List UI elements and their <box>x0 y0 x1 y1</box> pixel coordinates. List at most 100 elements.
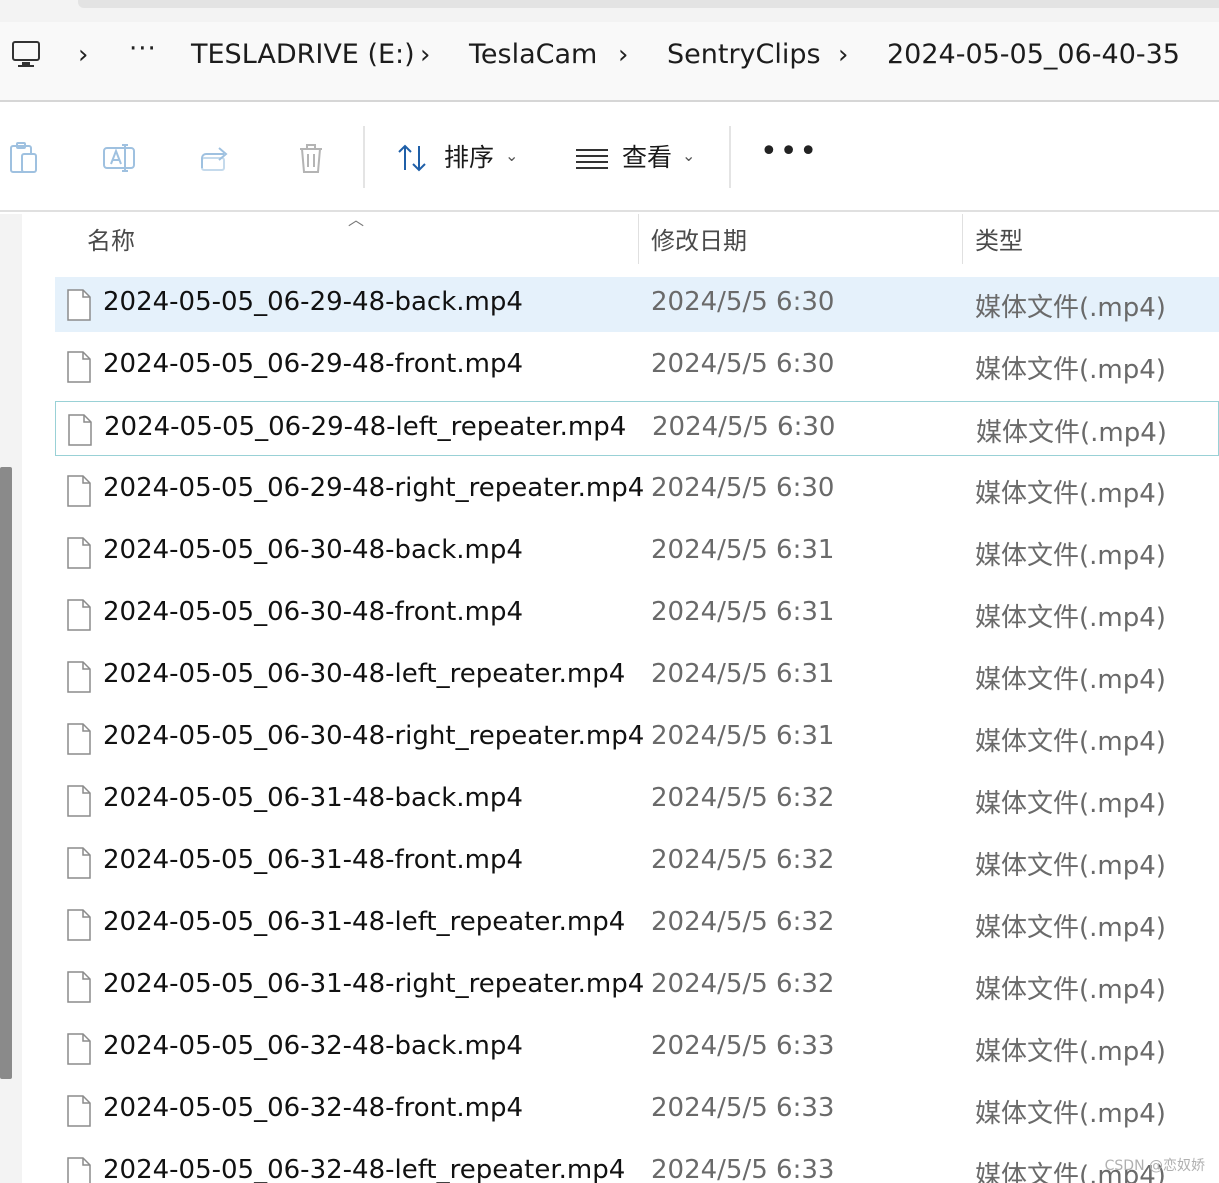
rename-icon[interactable] <box>101 140 137 176</box>
file-type: 媒体文件(.mp4) <box>975 355 1166 385</box>
file-name[interactable]: 2024-05-05_06-32-48-left_repeater.mp4 <box>103 1155 625 1183</box>
file-type: 媒体文件(.mp4) <box>975 727 1166 757</box>
file-type: 媒体文件(.mp4) <box>975 541 1166 571</box>
file-type: 媒体文件(.mp4) <box>975 603 1166 633</box>
chevron-right-icon[interactable]: › <box>838 37 848 73</box>
file-date: 2024/5/5 6:33 <box>651 1031 835 1061</box>
file-type: 媒体文件(.mp4) <box>975 479 1166 509</box>
file-date: 2024/5/5 6:33 <box>651 1155 835 1183</box>
file-name[interactable]: 2024-05-05_06-31-48-back.mp4 <box>103 783 523 813</box>
address-bar-divider <box>0 100 1219 102</box>
file-name[interactable]: 2024-05-05_06-29-48-back.mp4 <box>103 287 523 317</box>
column-header-type[interactable]: 类型 <box>975 214 1023 276</box>
file-row[interactable]: 2024-05-05_06-31-48-front.mp4 2024/5/5 6:… <box>55 835 1219 890</box>
view-button[interactable]: 查看 <box>622 140 672 176</box>
file-icon <box>67 785 91 817</box>
tab-edge <box>78 0 1219 8</box>
file-row[interactable]: 2024-05-05_06-29-48-right_repeater.mp4 20… <box>55 463 1219 518</box>
column-header-name[interactable]: 名称 <box>87 214 135 276</box>
chevron-right-icon[interactable]: › <box>78 37 88 73</box>
file-icon <box>67 971 91 1003</box>
file-name[interactable]: 2024-05-05_06-30-48-left_repeater.mp4 <box>103 659 625 689</box>
file-date: 2024/5/5 6:32 <box>651 845 835 875</box>
file-date: 2024/5/5 6:30 <box>651 349 835 379</box>
file-icon <box>67 909 91 941</box>
file-row[interactable]: 2024-05-05_06-29-48-left_repeater.mp4 202… <box>55 401 1219 456</box>
file-row[interactable]: 2024-05-05_06-32-48-front.mp4 2024/5/5 6:… <box>55 1083 1219 1138</box>
file-row[interactable]: 2024-05-05_06-31-48-left_repeater.mp4 202… <box>55 897 1219 952</box>
chevron-right-icon[interactable]: › <box>420 37 430 73</box>
breadcrumb-drive[interactable]: TESLADRIVE (E:) <box>191 37 415 73</box>
delete-icon[interactable] <box>293 140 329 176</box>
more-options-icon[interactable]: ••• <box>760 134 819 169</box>
file-date: 2024/5/5 6:32 <box>651 969 835 999</box>
watermark: CSDN @恋奴娇 <box>1104 1158 1205 1174</box>
column-divider[interactable] <box>962 214 963 264</box>
window-top-strip <box>0 0 1219 22</box>
file-name[interactable]: 2024-05-05_06-32-48-front.mp4 <box>103 1093 523 1123</box>
file-icon <box>67 1095 91 1127</box>
file-date: 2024/5/5 6:30 <box>651 287 835 317</box>
column-divider[interactable] <box>638 214 639 264</box>
file-type: 媒体文件(.mp4) <box>976 418 1167 448</box>
file-date: 2024/5/5 6:30 <box>652 412 836 442</box>
file-name[interactable]: 2024-05-05_06-30-48-front.mp4 <box>103 597 523 627</box>
sort-icon[interactable] <box>395 140 431 176</box>
breadcrumb-teslacam[interactable]: TeslaCam <box>469 37 597 73</box>
file-row[interactable]: 2024-05-05_06-29-48-back.mp4 2024/5/5 6:3… <box>55 277 1219 332</box>
file-row[interactable]: 2024-05-05_06-29-48-front.mp4 2024/5/5 6:… <box>55 339 1219 394</box>
this-pc-icon[interactable] <box>10 38 42 70</box>
file-row[interactable]: 2024-05-05_06-30-48-right_repeater.mp4 20… <box>55 711 1219 766</box>
file-row[interactable]: 2024-05-05_06-32-48-left_repeater.mp4 202… <box>55 1145 1219 1183</box>
file-name[interactable]: 2024-05-05_06-30-48-right_repeater.mp4 <box>103 721 644 751</box>
file-type: 媒体文件(.mp4) <box>975 665 1166 695</box>
file-row[interactable]: 2024-05-05_06-31-48-right_repeater.mp4 20… <box>55 959 1219 1014</box>
toolbar-divider <box>729 126 731 188</box>
file-name[interactable]: 2024-05-05_06-29-48-right_repeater.mp4 <box>103 473 644 503</box>
file-name[interactable]: 2024-05-05_06-31-48-front.mp4 <box>103 845 523 875</box>
file-row[interactable]: 2024-05-05_06-30-48-left_repeater.mp4 202… <box>55 649 1219 704</box>
file-name[interactable]: 2024-05-05_06-29-48-front.mp4 <box>103 349 523 379</box>
address-bar[interactable]: › ··· TESLADRIVE (E:) › TeslaCam › Sentr… <box>0 22 1219 102</box>
sort-button[interactable]: 排序 <box>444 140 494 176</box>
chevron-down-icon[interactable]: ⌄ <box>505 146 518 165</box>
chevron-right-icon[interactable]: › <box>618 37 628 73</box>
file-icon <box>67 351 91 383</box>
file-row[interactable]: 2024-05-05_06-30-48-front.mp4 2024/5/5 6:… <box>55 587 1219 642</box>
file-date: 2024/5/5 6:31 <box>651 721 835 751</box>
file-icon <box>67 599 91 631</box>
file-date: 2024/5/5 6:32 <box>651 907 835 937</box>
share-icon[interactable] <box>198 140 234 176</box>
file-icon <box>67 1157 91 1183</box>
file-type: 媒体文件(.mp4) <box>975 913 1166 943</box>
paste-icon[interactable] <box>6 140 42 176</box>
file-name[interactable]: 2024-05-05_06-31-48-right_repeater.mp4 <box>103 969 644 999</box>
command-bar: 排序 ⌄ 查看 ⌄ ••• <box>0 104 1219 212</box>
file-icon <box>67 289 91 321</box>
file-type: 媒体文件(.mp4) <box>975 975 1166 1005</box>
file-row[interactable]: 2024-05-05_06-30-48-back.mp4 2024/5/5 6:3… <box>55 525 1219 580</box>
file-icon <box>67 847 91 879</box>
column-header-date[interactable]: 修改日期 <box>651 214 747 276</box>
breadcrumb-sentryclips[interactable]: SentryClips <box>667 37 821 73</box>
file-name[interactable]: 2024-05-05_06-32-48-back.mp4 <box>103 1031 523 1061</box>
file-type: 媒体文件(.mp4) <box>975 1099 1166 1129</box>
file-name[interactable]: 2024-05-05_06-31-48-left_repeater.mp4 <box>103 907 625 937</box>
file-date: 2024/5/5 6:33 <box>651 1093 835 1123</box>
file-row[interactable]: 2024-05-05_06-31-48-back.mp4 2024/5/5 6:3… <box>55 773 1219 828</box>
more-crumbs-icon[interactable]: ··· <box>129 34 157 64</box>
file-icon <box>67 661 91 693</box>
navigation-scrollbar[interactable] <box>0 467 12 1079</box>
breadcrumb-current-folder[interactable]: 2024-05-05_06-40-35 <box>887 37 1180 73</box>
file-date: 2024/5/5 6:31 <box>651 659 835 689</box>
file-type: 媒体文件(.mp4) <box>975 789 1166 819</box>
file-name[interactable]: 2024-05-05_06-30-48-back.mp4 <box>103 535 523 565</box>
sort-ascending-icon: ︿ <box>348 210 365 229</box>
file-date: 2024/5/5 6:31 <box>651 535 835 565</box>
file-icon <box>67 537 91 569</box>
file-icon <box>68 414 92 446</box>
file-name[interactable]: 2024-05-05_06-29-48-left_repeater.mp4 <box>104 412 626 442</box>
view-icon[interactable] <box>574 140 610 176</box>
file-row[interactable]: 2024-05-05_06-32-48-back.mp4 2024/5/5 6:3… <box>55 1021 1219 1076</box>
chevron-down-icon[interactable]: ⌄ <box>682 146 695 165</box>
